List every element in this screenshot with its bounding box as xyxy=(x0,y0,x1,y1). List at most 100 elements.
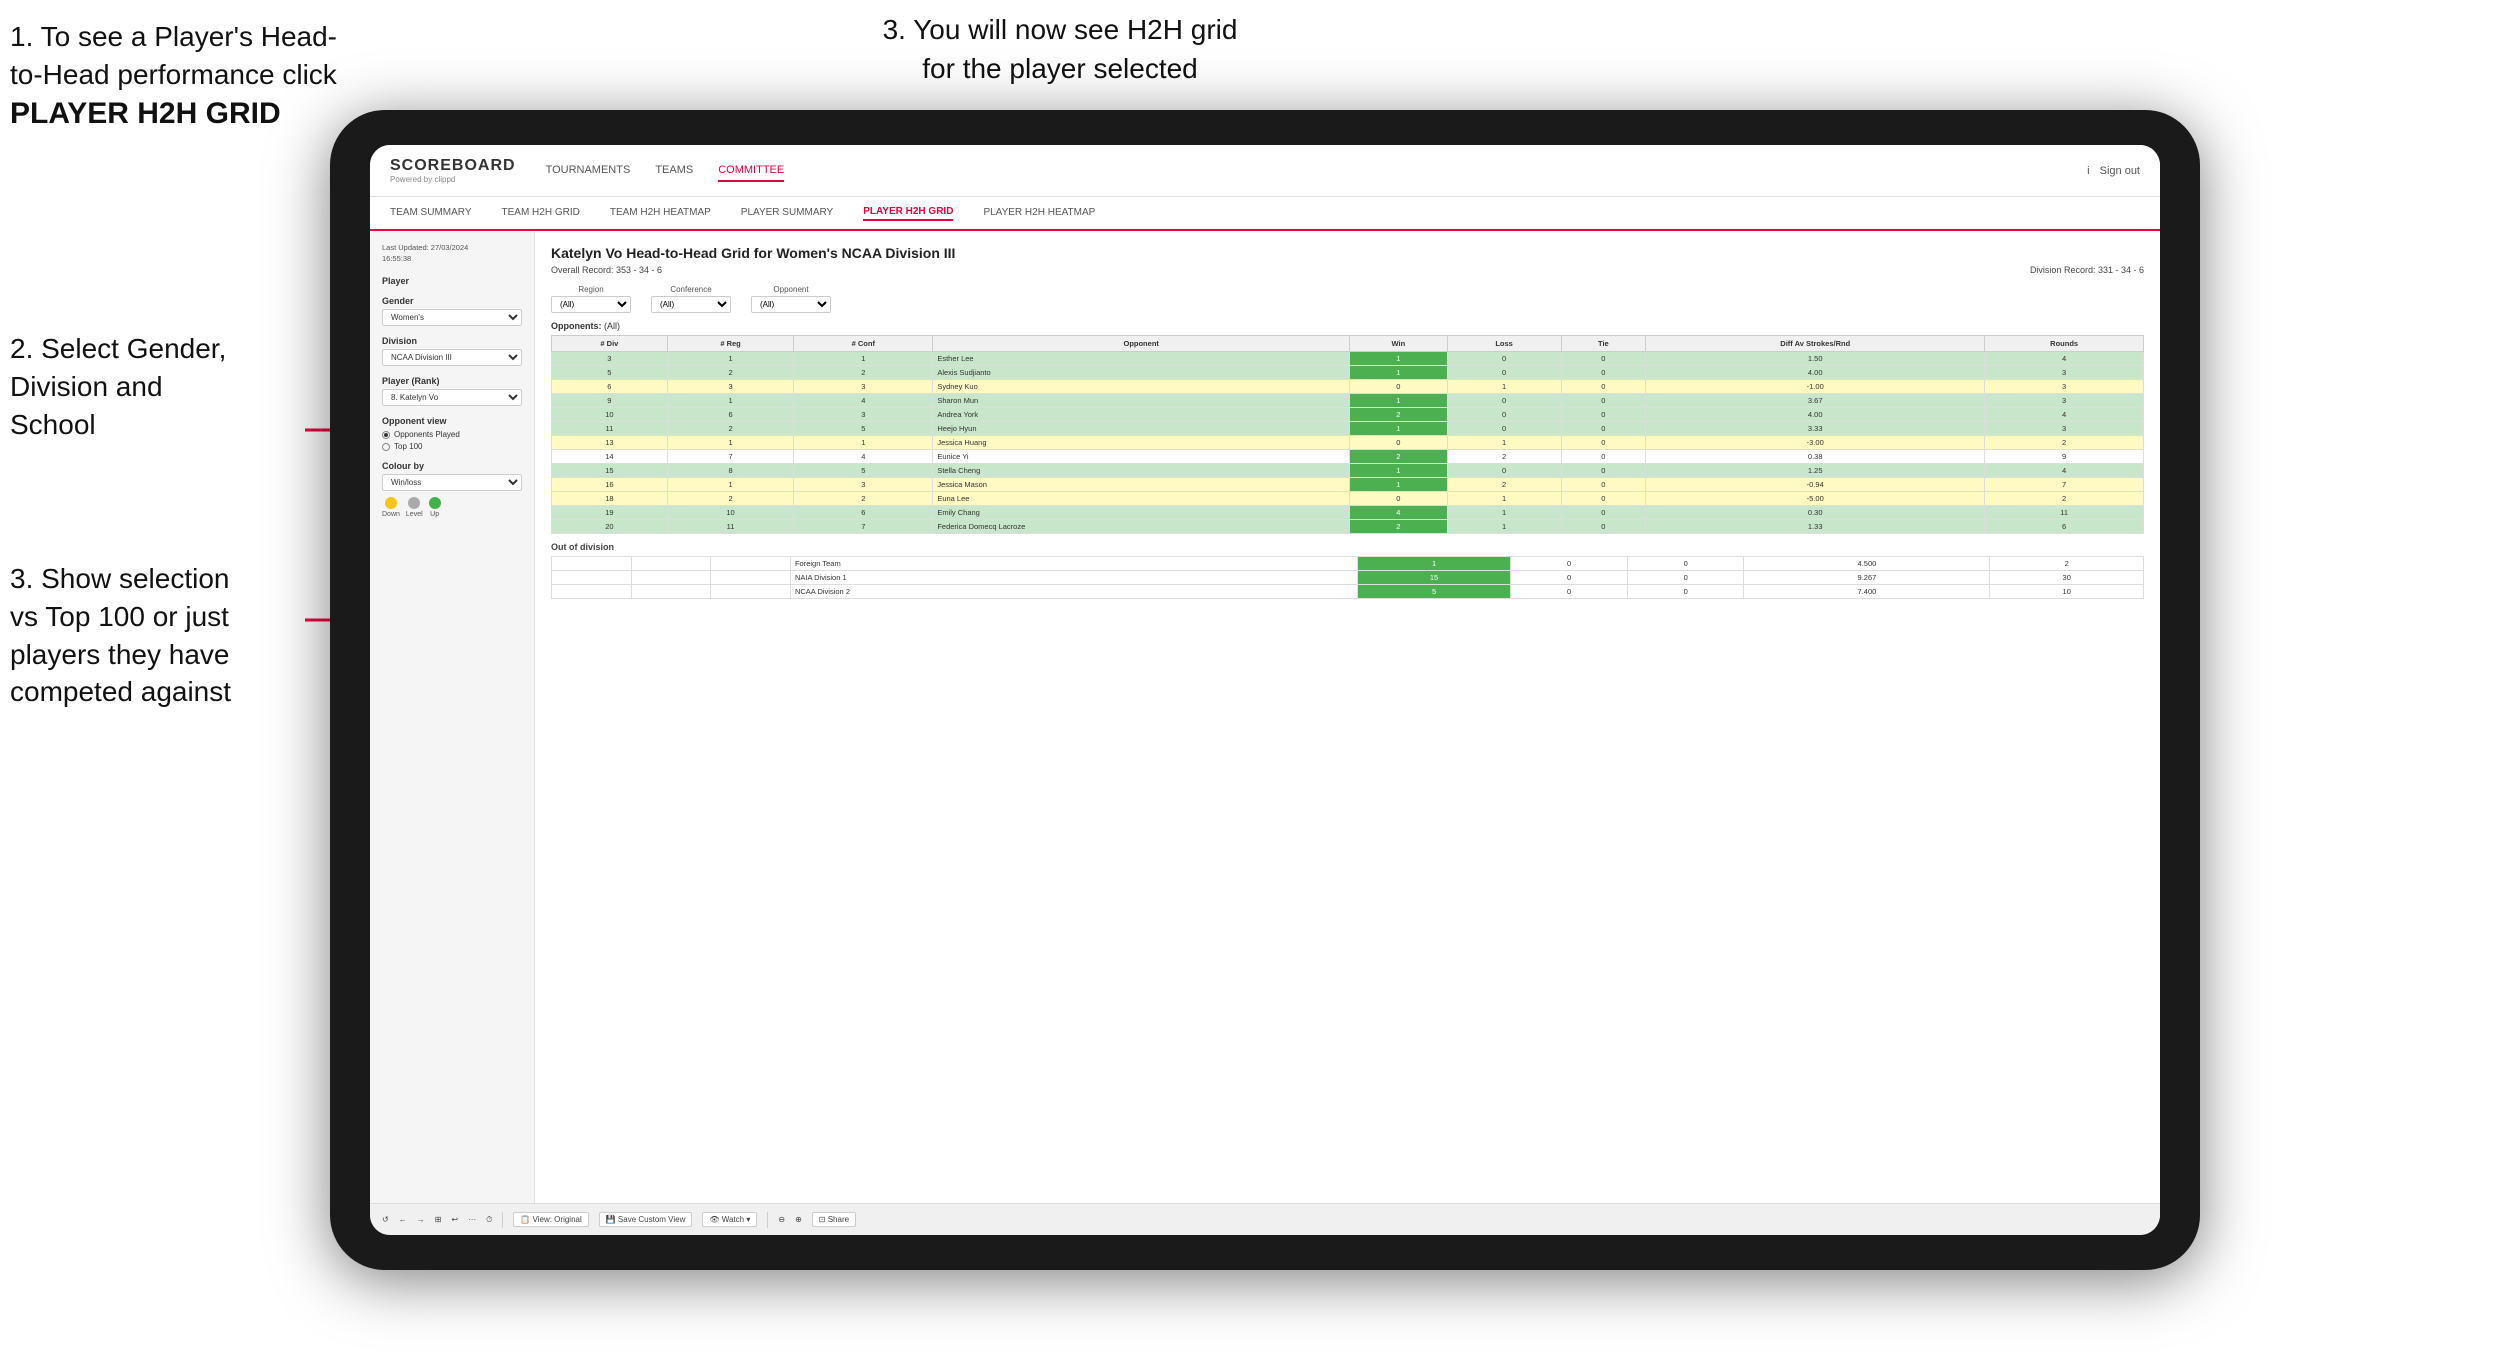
col-opponent: Opponent xyxy=(933,336,1350,352)
region-label: Region xyxy=(551,285,631,294)
table-row: 633Sydney Kuo010-1.003 xyxy=(552,380,2144,394)
legend-down: Down xyxy=(382,497,400,518)
nav-tournaments[interactable]: TOURNAMENTS xyxy=(546,160,631,182)
table-row: 1585Stella Cheng1001.254 xyxy=(552,464,2144,478)
filter-row: Region (All) Conference (All) Opponent (… xyxy=(551,285,2144,313)
toolbar-view-original[interactable]: 📋 View: Original xyxy=(513,1212,588,1227)
subnav: TEAM SUMMARY TEAM H2H GRID TEAM H2H HEAT… xyxy=(370,197,2160,231)
player-rank-label: Player (Rank) xyxy=(382,376,522,386)
division-label: Division xyxy=(382,336,522,346)
table-row: Foreign Team1004.5002 xyxy=(552,557,2144,571)
logo-text: SCOREBOARD xyxy=(390,157,516,175)
table-row: 1063Andrea York2004.004 xyxy=(552,408,2144,422)
table-row: 1474Eunice Yi2200.389 xyxy=(552,450,2144,464)
division-section: Division NCAA Division III xyxy=(382,336,522,366)
nav-committee[interactable]: COMMITTEE xyxy=(718,160,784,182)
toolbar-sep1 xyxy=(502,1212,503,1228)
toolbar-back[interactable]: ← xyxy=(399,1215,407,1224)
opponent-view-label: Opponent view xyxy=(382,416,522,426)
tablet: SCOREBOARD Powered by clippd TOURNAMENTS… xyxy=(330,110,2200,1270)
table-row: 1822Euna Lee010-5.002 xyxy=(552,492,2144,506)
toolbar-save-custom[interactable]: 💾 Save Custom View xyxy=(599,1212,693,1227)
legend-dot-up xyxy=(429,497,441,509)
radio-group: Opponents Played Top 100 xyxy=(382,430,522,451)
opponent-select[interactable]: (All) xyxy=(751,296,831,313)
col-tie: Tie xyxy=(1561,336,1646,352)
conference-filter-group: Conference (All) xyxy=(651,285,731,313)
table-row: NAIA Division 115009.26730 xyxy=(552,571,2144,585)
instruction-top-left: 1. To see a Player's Head- to-Head perfo… xyxy=(10,18,350,134)
toolbar-undo[interactable]: ↺ xyxy=(382,1215,389,1224)
table-row: 311Esther Lee1001.504 xyxy=(552,352,2144,366)
instruction-bot-left: 3. Show selectionvs Top 100 or justplaye… xyxy=(10,560,310,711)
player-rank-select[interactable]: 8. Katelyn Vo xyxy=(382,389,522,406)
table-row: NCAA Division 25007.40010 xyxy=(552,585,2144,599)
left-panel: Last Updated: 27/03/202416:55:38 Player … xyxy=(370,231,535,1203)
bottom-toolbar: ↺ ← → ⊞ ↩ ··· ⏱ 📋 View: Original 💾 Save … xyxy=(370,1203,2160,1235)
subnav-player-summary[interactable]: PLAYER SUMMARY xyxy=(741,207,833,220)
colour-legend: Down Level Up xyxy=(382,497,522,518)
table-row: 522Alexis Sudjianto1004.003 xyxy=(552,366,2144,380)
col-reg: # Reg xyxy=(667,336,794,352)
legend-level: Level xyxy=(406,497,423,518)
colour-by-label: Colour by xyxy=(382,461,522,471)
nav-teams[interactable]: TEAMS xyxy=(655,160,693,182)
table-row: 20117Federica Domecq Lacroze2101.336 xyxy=(552,520,2144,534)
record-row: Overall Record: 353 - 34 - 6 Division Re… xyxy=(551,265,2144,275)
col-conf: # Conf xyxy=(794,336,933,352)
logo-sub: Powered by clippd xyxy=(390,175,516,184)
region-filter-group: Region (All) xyxy=(551,285,631,313)
right-content: Katelyn Vo Head-to-Head Grid for Women's… xyxy=(535,231,2160,1203)
tablet-screen: SCOREBOARD Powered by clippd TOURNAMENTS… xyxy=(370,145,2160,1235)
radio-circle-1 xyxy=(382,431,390,439)
region-select[interactable]: (All) xyxy=(551,296,631,313)
subnav-player-h2h-heatmap[interactable]: PLAYER H2H HEATMAP xyxy=(983,207,1095,220)
col-diff: Diff Av Strokes/Rnd xyxy=(1646,336,1985,352)
table-row: 1613Jessica Mason120-0.947 xyxy=(552,478,2144,492)
radio-opponents-played[interactable]: Opponents Played xyxy=(382,430,522,439)
opponent-view-section: Opponent view Opponents Played Top 100 xyxy=(382,416,522,451)
radio-top100[interactable]: Top 100 xyxy=(382,442,522,451)
subnav-team-h2h-grid[interactable]: TEAM H2H GRID xyxy=(502,207,580,220)
division-select[interactable]: NCAA Division III xyxy=(382,349,522,366)
toolbar-sep2 xyxy=(767,1212,768,1228)
table-row: 1311Jessica Huang010-3.002 xyxy=(552,436,2144,450)
toolbar-dots[interactable]: ··· xyxy=(468,1215,476,1224)
conference-label: Conference xyxy=(651,285,731,294)
overall-record: Overall Record: 353 - 34 - 6 xyxy=(551,265,662,275)
radio-circle-2 xyxy=(382,443,390,451)
toolbar-time[interactable]: ⏱ xyxy=(486,1215,492,1225)
table-row: 1125Heejo Hyun1003.333 xyxy=(552,422,2144,436)
toolbar-refresh[interactable]: ↩ xyxy=(451,1215,458,1224)
legend-dot-down xyxy=(385,497,397,509)
subnav-player-h2h-grid[interactable]: PLAYER H2H GRID xyxy=(863,206,953,221)
gender-section: Gender Women's xyxy=(382,296,522,326)
nav-signout[interactable]: Sign out xyxy=(2100,165,2140,177)
subnav-team-h2h-heatmap[interactable]: TEAM H2H HEATMAP xyxy=(610,207,711,220)
col-rounds: Rounds xyxy=(1985,336,2144,352)
toolbar-grid[interactable]: ⊞ xyxy=(435,1215,442,1224)
col-win: Win xyxy=(1350,336,1448,352)
subnav-team-summary[interactable]: TEAM SUMMARY xyxy=(390,207,472,220)
toolbar-share[interactable]: ⊡ Share xyxy=(812,1212,856,1227)
player-section: Player xyxy=(382,276,522,286)
toolbar-zoom-out[interactable]: ⊖ xyxy=(778,1215,785,1224)
nav-info[interactable]: i xyxy=(2087,165,2089,177)
col-loss: Loss xyxy=(1447,336,1561,352)
table-row: 914Sharon Mun1003.673 xyxy=(552,394,2144,408)
table-row: 19106Emily Chang4100.3011 xyxy=(552,506,2144,520)
toolbar-zoom-in[interactable]: ⊕ xyxy=(795,1215,802,1224)
grid-title: Katelyn Vo Head-to-Head Grid for Women's… xyxy=(551,245,2144,261)
colour-by-section: Colour by Win/loss Down Level xyxy=(382,461,522,518)
gender-label: Gender xyxy=(382,296,522,306)
conference-select[interactable]: (All) xyxy=(651,296,731,313)
toolbar-forward[interactable]: → xyxy=(417,1215,425,1224)
colour-by-select[interactable]: Win/loss xyxy=(382,474,522,491)
toolbar-watch[interactable]: 👁 Watch ▾ xyxy=(702,1212,757,1227)
timestamp: Last Updated: 27/03/202416:55:38 xyxy=(382,243,522,264)
gender-select[interactable]: Women's xyxy=(382,309,522,326)
player-rank-section: Player (Rank) 8. Katelyn Vo xyxy=(382,376,522,406)
nav-right: i Sign out xyxy=(2087,165,2140,177)
scoreboard-logo: SCOREBOARD Powered by clippd xyxy=(390,157,516,184)
legend-dot-level xyxy=(408,497,420,509)
